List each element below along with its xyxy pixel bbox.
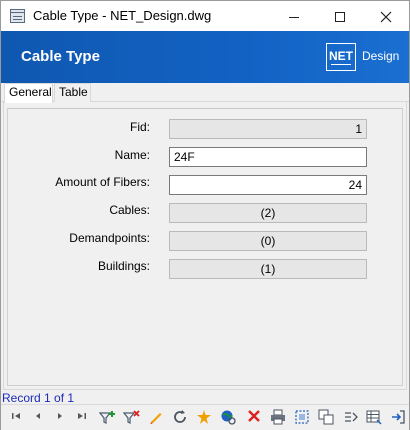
maximize-button[interactable] (317, 1, 363, 31)
fid-field: 1 (169, 119, 367, 139)
remove-filter-icon (122, 410, 140, 424)
next-icon (58, 413, 62, 419)
last-record-button[interactable] (73, 409, 91, 427)
refresh-icon (174, 410, 186, 423)
cables-link[interactable]: (2) (169, 203, 367, 223)
demandpoints-label: Demandpoints: (69, 231, 150, 245)
edit-button[interactable] (147, 409, 165, 427)
print-button[interactable] (269, 409, 287, 427)
last-icon (78, 413, 86, 419)
zoom-to-button[interactable] (219, 409, 237, 427)
highlight-icon (197, 410, 211, 424)
remove-filter-button[interactable] (122, 409, 141, 427)
copy-icon (318, 409, 334, 425)
header-banner: Cable Type NET Design (1, 31, 409, 83)
minimize-icon (289, 16, 299, 18)
copy-button[interactable] (317, 409, 335, 427)
buildings-label: Buildings: (97, 259, 150, 273)
demandpoints-link[interactable]: (0) (169, 231, 367, 251)
delete-button[interactable] (245, 409, 263, 427)
select-icon (295, 410, 309, 424)
delete-icon (248, 410, 260, 422)
cables-label: Cables: (109, 203, 150, 217)
maximize-icon (335, 12, 345, 23)
zoom-globe-icon (221, 410, 236, 425)
table-button[interactable] (365, 409, 383, 427)
refresh-button[interactable] (171, 409, 189, 427)
tab-table[interactable]: Table (54, 83, 91, 102)
name-input[interactable]: 24F (169, 147, 367, 167)
exit-icon (392, 410, 405, 424)
edit-icon (150, 413, 162, 424)
first-record-button[interactable] (7, 409, 25, 427)
fid-label: Fid: (129, 120, 150, 134)
add-filter-icon (98, 411, 115, 424)
record-status: Record 1 of 1 (2, 391, 75, 405)
close-icon (380, 11, 392, 23)
bottom-toolbar (1, 404, 409, 430)
close-button[interactable] (363, 1, 409, 31)
table-app-icon (10, 9, 25, 23)
window-title: Cable Type - NET_Design.dwg (33, 8, 212, 23)
general-panel: Fid: 1 Name: 24F Amount of Fibers: 24 Ca… (3, 102, 407, 390)
highlight-button[interactable] (195, 409, 213, 427)
form-area: Fid: 1 Name: 24F Amount of Fibers: 24 Ca… (7, 108, 403, 386)
next-record-button[interactable] (51, 409, 69, 427)
name-label: Name: (114, 148, 150, 162)
move-button[interactable] (341, 409, 359, 427)
fibers-input[interactable]: 24 (169, 175, 367, 195)
previous-record-button[interactable] (29, 409, 47, 427)
first-icon (12, 413, 20, 419)
title-bar[interactable]: Cable Type - NET_Design.dwg (1, 1, 409, 31)
tab-strip: General Table (1, 83, 409, 103)
fibers-label: Amount of Fibers: (55, 175, 150, 189)
tab-general[interactable]: General (4, 83, 53, 103)
select-button[interactable] (293, 409, 311, 427)
logo-box: NET (326, 43, 356, 71)
exit-button[interactable] (389, 409, 407, 427)
banner-title: Cable Type (21, 48, 100, 65)
add-filter-button[interactable] (98, 409, 117, 427)
move-icon (345, 412, 358, 422)
cable-type-window: Cable Type - NET_Design.dwg Cable Type N… (0, 0, 410, 430)
table-icon (366, 410, 382, 425)
previous-icon (36, 413, 40, 419)
buildings-link[interactable]: (1) (169, 259, 367, 279)
print-icon (271, 409, 285, 425)
minimize-button[interactable] (271, 1, 317, 31)
logo-text: Design (362, 49, 400, 63)
